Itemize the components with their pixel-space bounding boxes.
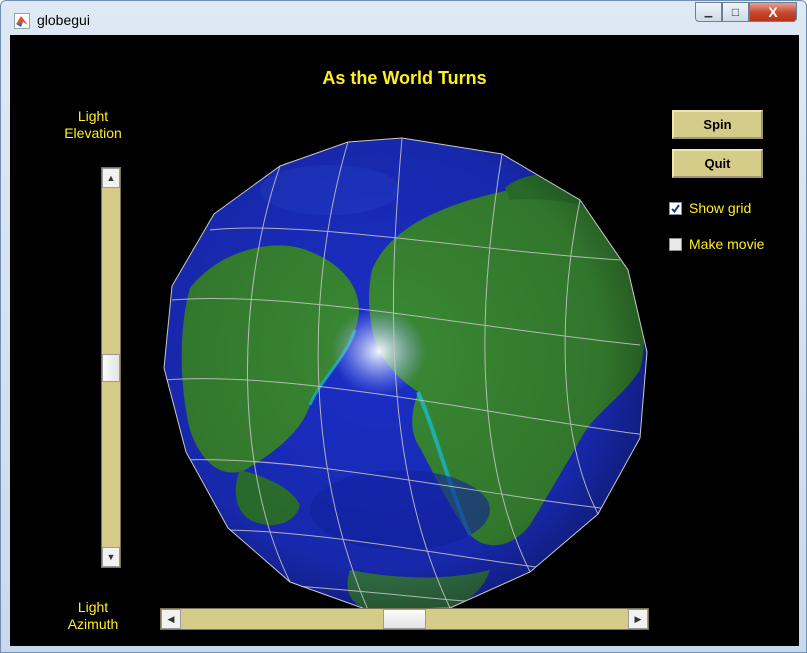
plot-title: As the World Turns: [322, 68, 487, 88]
title-bar[interactable]: globegui ▁ □ X: [1, 1, 806, 35]
window-title: globegui: [37, 12, 90, 28]
arrow-left-icon: ◀: [167, 613, 175, 624]
show-grid-label: Show grid: [689, 200, 752, 216]
spin-button[interactable]: Spin: [672, 110, 763, 139]
scroll-up-button[interactable]: ▲: [102, 168, 120, 188]
light-azimuth-slider[interactable]: ◀ ▶: [160, 608, 649, 630]
arrow-right-icon: ▶: [634, 613, 642, 624]
quit-button[interactable]: Quit: [672, 149, 763, 178]
earth-globe-icon: [150, 130, 655, 630]
light-elevation-label-line2: Elevation: [64, 125, 122, 141]
close-button[interactable]: X: [749, 2, 797, 22]
make-movie-label: Make movie: [689, 236, 765, 252]
matlab-logo-icon: [14, 13, 30, 29]
scroll-right-button[interactable]: ▶: [628, 609, 648, 629]
checkmark-icon: [671, 203, 680, 213]
close-icon: X: [768, 4, 778, 20]
scroll-down-button[interactable]: ▼: [102, 547, 120, 567]
make-movie-checkbox-row[interactable]: Make movie: [669, 235, 764, 253]
minimize-icon: ▁: [704, 6, 713, 18]
light-azimuth-thumb[interactable]: [383, 609, 426, 629]
light-azimuth-label-line1: Light: [77, 599, 109, 615]
minimize-button[interactable]: ▁: [695, 2, 722, 22]
light-azimuth-label: Light Azimuth: [48, 599, 138, 633]
light-elevation-slider[interactable]: ▲ ▼: [101, 167, 121, 568]
light-elevation-label: Light Elevation: [48, 108, 138, 142]
maximize-icon: □: [731, 5, 740, 19]
light-elevation-label-line1: Light: [77, 108, 109, 124]
make-movie-checkbox[interactable]: [669, 237, 682, 251]
figure-canvas: As the World Turns Light Elevation ▲ ▼ S…: [10, 35, 799, 646]
show-grid-checkbox[interactable]: [669, 201, 682, 215]
app-window: globegui ▁ □ X As the World Turns Light …: [0, 0, 807, 653]
maximize-button[interactable]: □: [722, 2, 749, 22]
arrow-up-icon: ▲: [106, 173, 116, 183]
arrow-down-icon: ▼: [106, 552, 116, 562]
scroll-left-button[interactable]: ◀: [161, 609, 181, 629]
light-azimuth-label-line2: Azimuth: [67, 616, 119, 632]
window-controls: ▁ □ X: [695, 2, 797, 22]
light-elevation-thumb[interactable]: [102, 353, 120, 382]
show-grid-checkbox-row[interactable]: Show grid: [669, 199, 751, 217]
